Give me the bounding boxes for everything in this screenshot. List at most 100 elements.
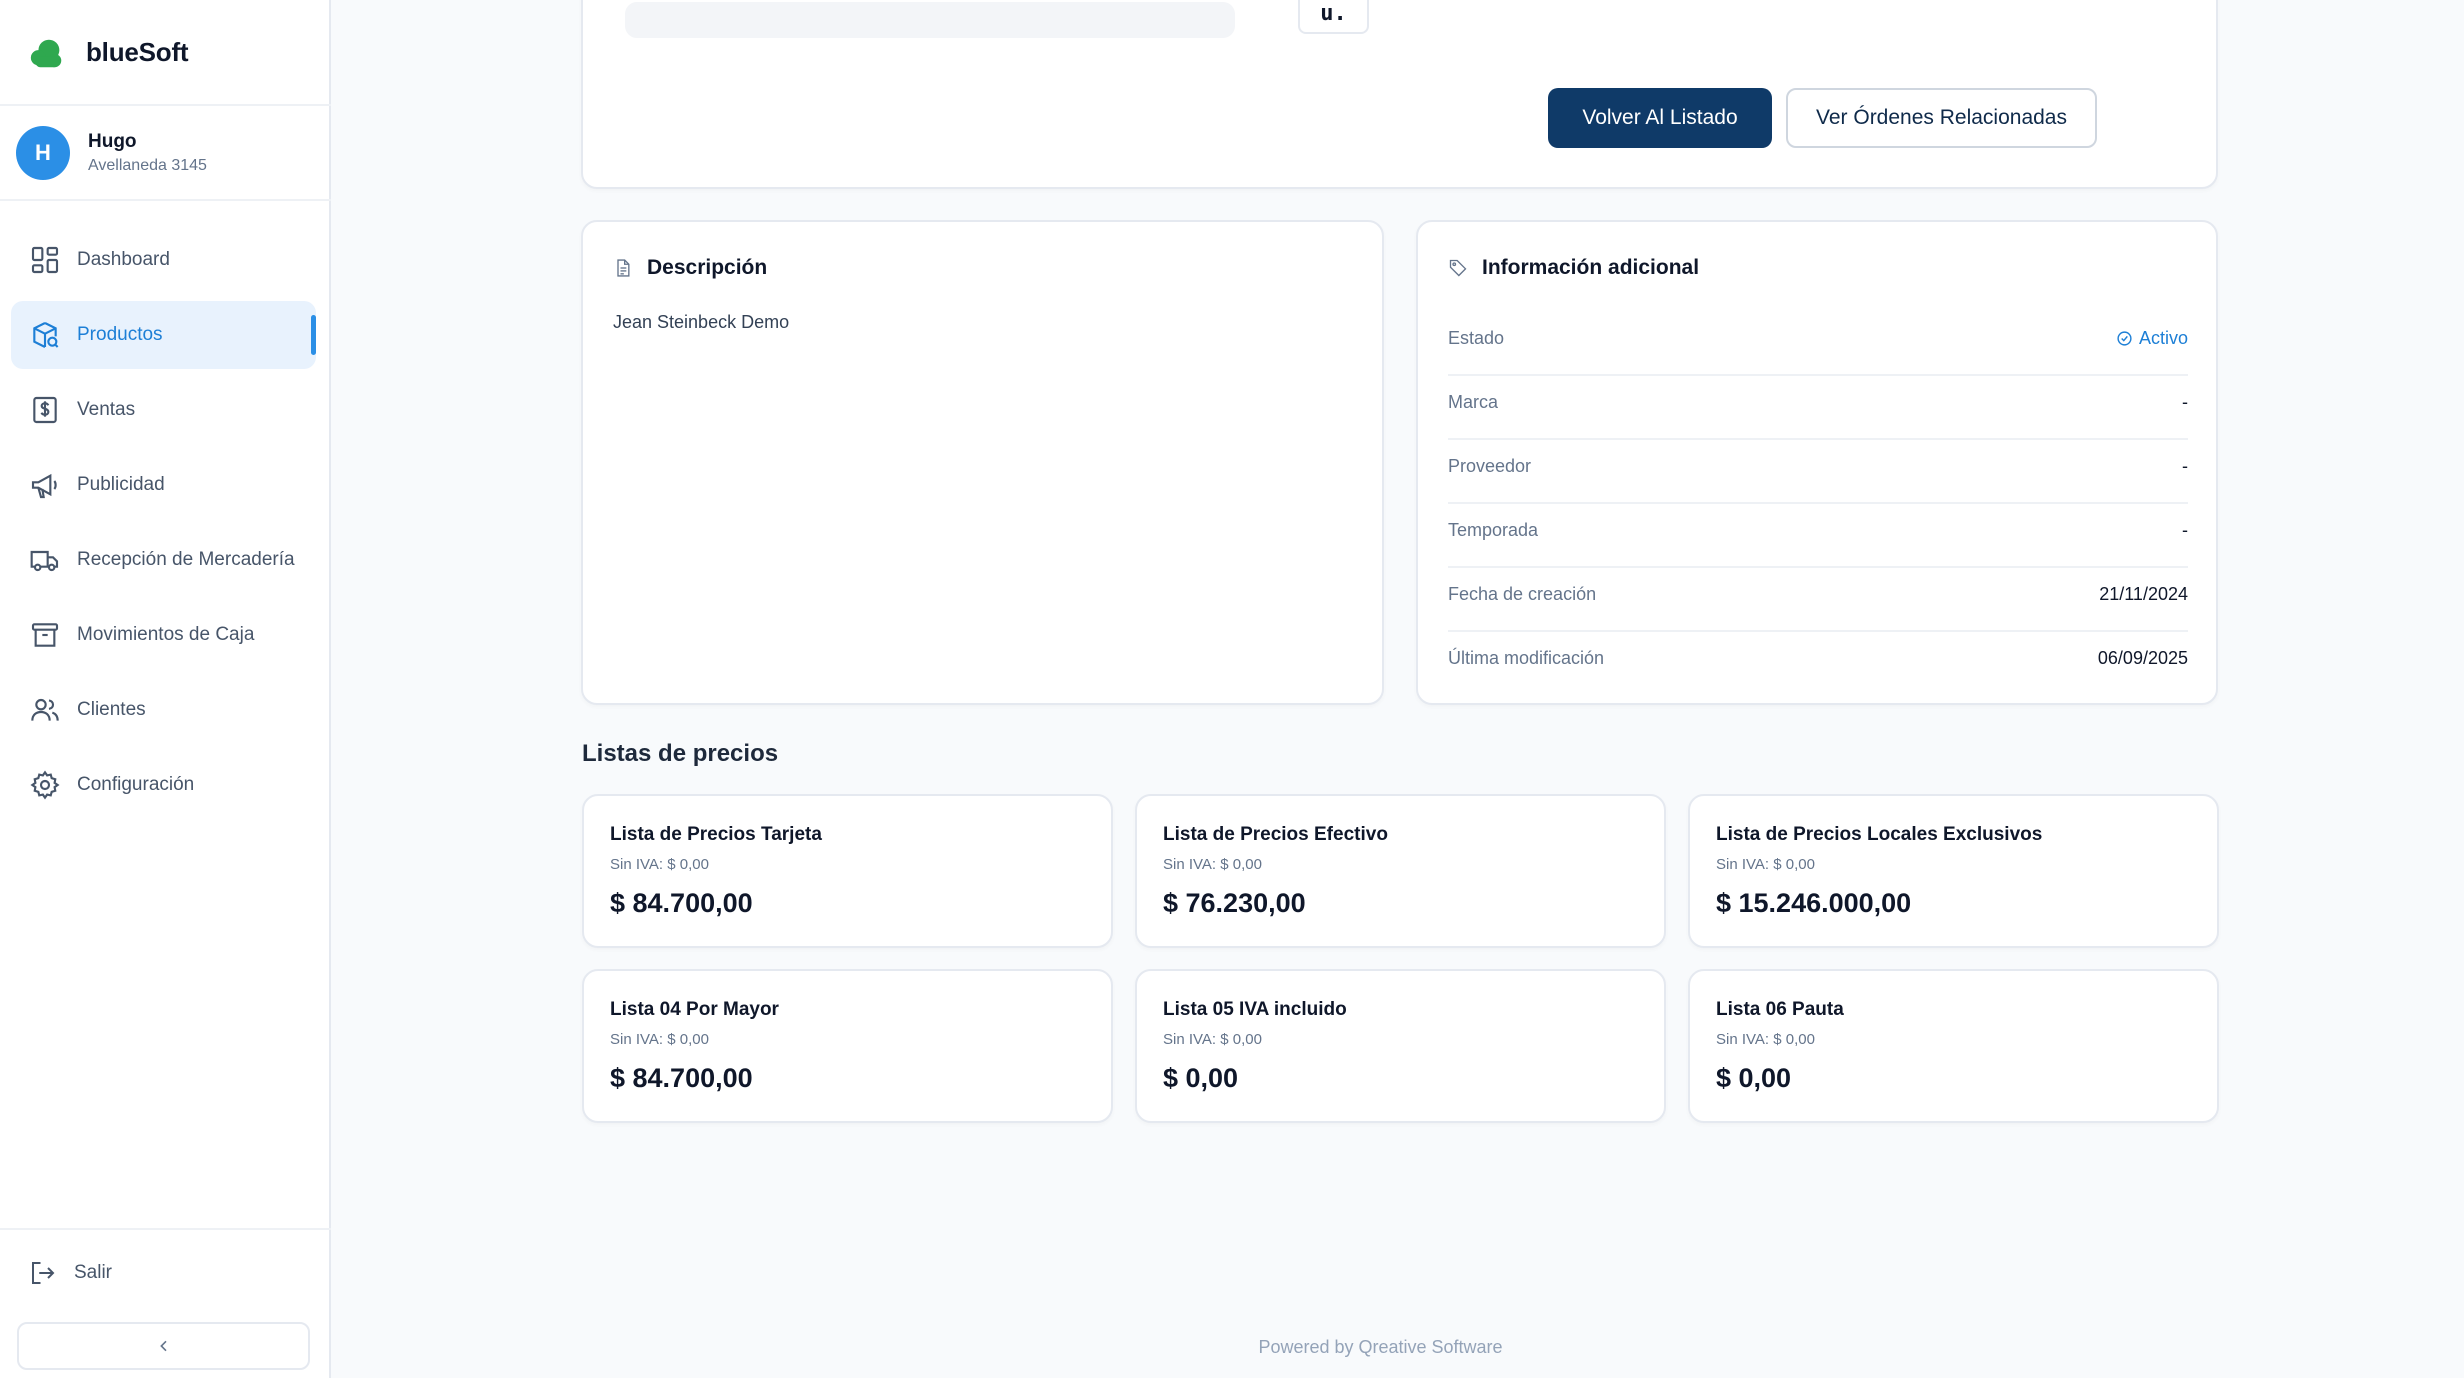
description-title: Descripción (613, 256, 767, 280)
price-list-name: Lista de Precios Efectivo (1163, 824, 1388, 845)
sidebar-item-label: Ventas (77, 399, 136, 420)
collapse-sidebar-button[interactable] (17, 1322, 310, 1370)
sidebar-item-label: Productos (77, 324, 163, 345)
info-row-ultima-modificacion: Última modificación 06/09/2025 (1448, 632, 2188, 696)
sidebar-item-movimientos-caja[interactable]: Movimientos de Caja (11, 601, 316, 669)
user-name: Hugo (88, 131, 137, 152)
price-list-card: Lista 05 IVA incluido Sin IVA: $ 0,00 $ … (1135, 969, 1666, 1123)
info-value: 21/11/2024 (2099, 584, 2188, 604)
logout-icon (32, 1262, 55, 1284)
price-list-subtotal: Sin IVA: $ 0,00 (1163, 1031, 1262, 1048)
code-box: u. (1298, 0, 1369, 34)
description-title-text: Descripción (647, 256, 768, 279)
info-value: 06/09/2025 (2097, 648, 2188, 668)
info-row-proveedor: Proveedor - (1448, 440, 2188, 504)
app-root: blueSoft H Hugo Avellaneda 3145 Dashboar… (0, 0, 2464, 1378)
sidebar-item-productos[interactable]: Productos (11, 301, 316, 369)
info-row-temporada: Temporada - (1448, 504, 2188, 568)
avatar: H (16, 126, 70, 180)
price-list-card: Lista de Precios Tarjeta Sin IVA: $ 0,00… (582, 794, 1113, 948)
info-label: Estado (1448, 328, 1505, 348)
info-row-marca: Marca - (1448, 376, 2188, 440)
price-list-subtotal: Sin IVA: $ 0,00 (1163, 856, 1262, 873)
price-list-value: $ 0,00 (1716, 1063, 1792, 1093)
check-circle-icon (2117, 331, 2132, 346)
info-label: Última modificación (1448, 648, 1605, 668)
dollar-receipt-icon (33, 396, 57, 424)
price-list-name: Lista de Precios Tarjeta (610, 824, 822, 845)
sidebar-item-label: Publicidad (77, 474, 165, 495)
user-profile[interactable]: H Hugo Avellaneda 3145 (16, 126, 207, 180)
divider (0, 104, 331, 106)
megaphone-icon (31, 473, 57, 499)
image-placeholder (625, 2, 1235, 38)
brand[interactable]: blueSoft (28, 30, 189, 75)
product-box-icon (33, 322, 59, 348)
price-list-value: $ 76.230,00 (1163, 888, 1306, 918)
tag-icon (1449, 259, 1467, 277)
truck-icon (30, 550, 59, 572)
sidebar-item-label: Movimientos de Caja (77, 624, 255, 645)
price-list-card: Lista 04 Por Mayor Sin IVA: $ 0,00 $ 84.… (582, 969, 1113, 1123)
info-label: Temporada (1448, 520, 1539, 540)
price-list-value: $ 15.246.000,00 (1716, 888, 1912, 918)
sidebar-item-dashboard[interactable]: Dashboard (11, 226, 316, 294)
info-row-fecha-creacion: Fecha de creación 21/11/2024 (1448, 568, 2188, 632)
price-list-card: Lista 06 Pauta Sin IVA: $ 0,00 $ 0,00 (1688, 969, 2219, 1123)
brand-name: blueSoft (86, 37, 189, 67)
price-list-value: $ 84.700,00 (610, 888, 753, 918)
sidebar-item-recepcion[interactable]: Recepción de Mercadería (11, 526, 316, 594)
price-list-card: Lista de Precios Efectivo Sin IVA: $ 0,0… (1135, 794, 1666, 948)
user-info: Hugo Avellaneda 3145 (88, 131, 207, 175)
price-list-subtotal: Sin IVA: $ 0,00 (610, 856, 709, 873)
back-to-list-button[interactable]: Volver Al Listado (1548, 88, 1772, 148)
info-value: - (2182, 392, 2188, 412)
info-rows: Estado Activo Marca - Proveedor - Tempor… (1448, 312, 2188, 696)
price-list-name: Lista 05 IVA incluido (1163, 999, 1347, 1020)
info-value: - (2182, 456, 2188, 476)
gear-icon (30, 770, 60, 800)
dashboard-icon (31, 246, 59, 274)
divider (0, 199, 331, 201)
description-card: Descripción Jean Steinbeck Demo (581, 220, 1384, 705)
main-content: u. Volver Al Listado Ver Órdenes Relacio… (331, 0, 2464, 1378)
additional-info-title: Información adicional (1448, 256, 1699, 280)
status-text: Activo (2138, 328, 2188, 348)
sidebar: blueSoft H Hugo Avellaneda 3145 Dashboar… (0, 0, 331, 1378)
price-list-value: $ 0,00 (1163, 1063, 1239, 1093)
info-value: - (2182, 520, 2188, 540)
product-header-card: u. Volver Al Listado Ver Órdenes Relacio… (581, 0, 2218, 189)
document-icon (617, 259, 630, 277)
price-list-name: Lista de Precios Locales Exclusivos (1716, 824, 2043, 845)
price-list-value: $ 84.700,00 (610, 1063, 753, 1093)
description-text: Jean Steinbeck Demo (613, 312, 790, 332)
user-branch: Avellaneda 3145 (88, 157, 207, 174)
price-list-name: Lista 04 Por Mayor (610, 999, 779, 1020)
sidebar-item-label: Clientes (77, 699, 146, 720)
info-label: Fecha de creación (1448, 584, 1597, 604)
brand-logo-icon (30, 39, 62, 67)
price-list-subtotal: Sin IVA: $ 0,00 (1716, 856, 1815, 873)
sidebar-item-label: Dashboard (77, 249, 170, 270)
divider (0, 1228, 331, 1230)
price-lists-title: Listas de precios (582, 740, 779, 767)
users-icon (31, 698, 59, 721)
sidebar-item-configuracion[interactable]: Configuración (11, 751, 316, 819)
info-row-estado: Estado Activo (1448, 312, 2188, 376)
sidebar-item-ventas[interactable]: Ventas (11, 376, 316, 444)
logout-button[interactable]: Salir (28, 1258, 112, 1288)
sidebar-item-publicidad[interactable]: Publicidad (11, 451, 316, 519)
info-label: Marca (1448, 392, 1499, 412)
price-list-name: Lista 06 Pauta (1716, 999, 1844, 1020)
footer-powered-by: Powered by Qreative Software (1258, 1337, 1503, 1357)
status-badge: Activo (2116, 328, 2188, 349)
sidebar-item-clientes[interactable]: Clientes (11, 676, 316, 744)
chevron-left-icon (159, 1340, 167, 1352)
sidebar-item-label: Recepción de Mercadería (77, 549, 295, 570)
logout-label: Salir (74, 1262, 113, 1283)
additional-info-title-text: Información adicional (1482, 256, 1700, 279)
additional-info-card: Información adicional Estado Activo Marc… (1416, 220, 2218, 705)
archive-box-icon (31, 623, 59, 647)
sidebar-nav: Dashboard Productos Ventas Publicidad Re… (11, 226, 316, 826)
related-orders-button[interactable]: Ver Órdenes Relacionadas (1786, 88, 2097, 148)
